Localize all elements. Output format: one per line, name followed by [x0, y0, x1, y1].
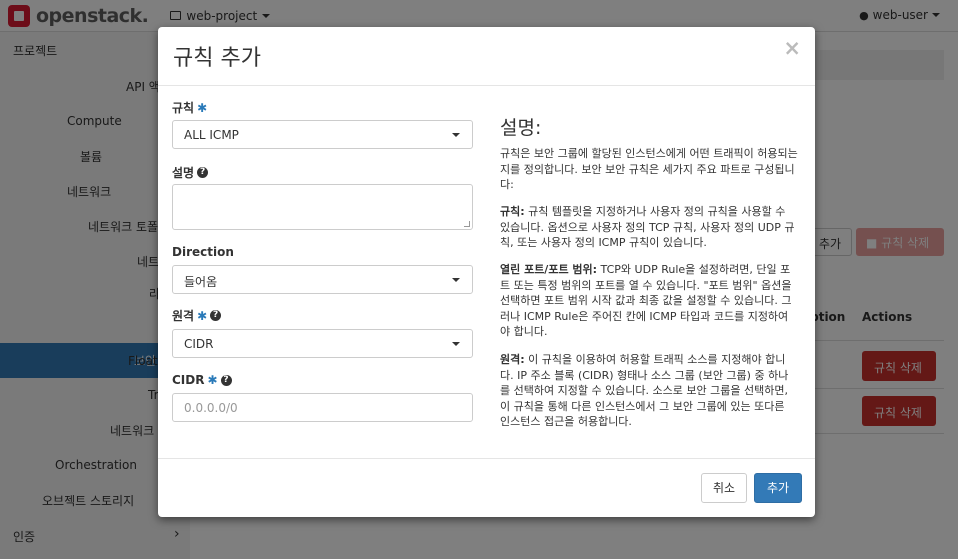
help-remote: 원격: 이 규칙을 이용하여 허용할 트래픽 소스를 지정해야 합니다. IP …: [500, 352, 798, 430]
remote-label-text: 원격: [172, 309, 195, 323]
chevron-down-icon: [452, 278, 460, 282]
add-rule-dialog: 규칙 추가 × 규칙 ✱ ALL ICMP 설명 ? Direction 들어옴: [158, 27, 815, 517]
help-title: 설명:: [500, 117, 542, 139]
help-remote-term: 원격:: [500, 353, 525, 366]
chevron-down-icon: [452, 133, 460, 137]
direction-select[interactable]: 들어옴: [172, 265, 473, 294]
cidr-label: CIDR ✱ ?: [172, 373, 232, 387]
direction-label: Direction: [172, 245, 234, 259]
direction-label-text: Direction: [172, 245, 234, 259]
modal-header: 규칙 추가 ×: [158, 27, 815, 86]
chevron-down-icon: [452, 342, 460, 346]
rule-label: 규칙 ✱: [172, 99, 207, 116]
modal-body: 규칙 ✱ ALL ICMP 설명 ? Direction 들어옴 원격 ✱ ?: [158, 87, 815, 458]
question-circle-icon[interactable]: ?: [210, 310, 222, 321]
submit-add-button[interactable]: 추가: [754, 473, 802, 503]
rule-select-value: ALL ICMP: [184, 128, 239, 142]
resize-handle-icon[interactable]: [464, 221, 470, 227]
help-rule-term: 규칙:: [500, 205, 525, 218]
help-rule-text: 규칙 템플릿을 지정하거나 사용자 정의 규칙을 사용할 수 있습니다. 옵션으…: [500, 205, 795, 249]
help-remote-text: 이 규칙을 이용하여 허용할 트래픽 소스를 지정해야 합니다. IP 주소 블…: [500, 353, 789, 428]
remote-select[interactable]: CIDR: [172, 329, 473, 358]
cidr-label-text: CIDR: [172, 373, 205, 387]
required-asterisk-icon: ✱: [207, 373, 218, 387]
help-intro: 규칙은 보안 그룹에 할당된 인스턴스에게 어떤 트래픽이 허용되는지를 정의합…: [500, 147, 798, 191]
modal-title: 규칙 추가: [173, 46, 261, 71]
question-circle-icon[interactable]: ?: [220, 374, 232, 386]
rule-select[interactable]: ALL ICMP: [172, 120, 473, 149]
help-port-term: 열린 포트/포트 범위:: [500, 263, 598, 276]
help-rule: 규칙: 규칙 템플릿을 지정하거나 사용자 정의 규칙을 사용할 수 있습니다.…: [500, 204, 798, 251]
modal-footer: 취소 추가: [158, 458, 815, 517]
cidr-input-placeholder: 0.0.0.0/0: [184, 401, 238, 415]
description-label: 설명 ?: [172, 164, 209, 181]
close-icon[interactable]: ×: [783, 36, 801, 60]
description-label-text: 설명: [172, 166, 195, 180]
remote-select-value: CIDR: [184, 337, 214, 351]
cidr-input[interactable]: 0.0.0.0/0: [172, 393, 473, 422]
required-asterisk-icon: ✱: [197, 100, 208, 115]
cancel-button[interactable]: 취소: [701, 473, 747, 503]
remote-label: 원격 ✱ ?: [172, 307, 222, 324]
description-textarea[interactable]: [172, 184, 473, 230]
required-asterisk-icon: ✱: [197, 308, 208, 323]
direction-select-value: 들어옴: [184, 275, 218, 289]
question-circle-icon[interactable]: ?: [197, 167, 209, 178]
help-port: 열린 포트/포트 범위: TCP와 UDP Rule을 설정하려면, 단일 포트…: [500, 262, 798, 340]
rule-label-text: 규칙: [172, 101, 195, 115]
